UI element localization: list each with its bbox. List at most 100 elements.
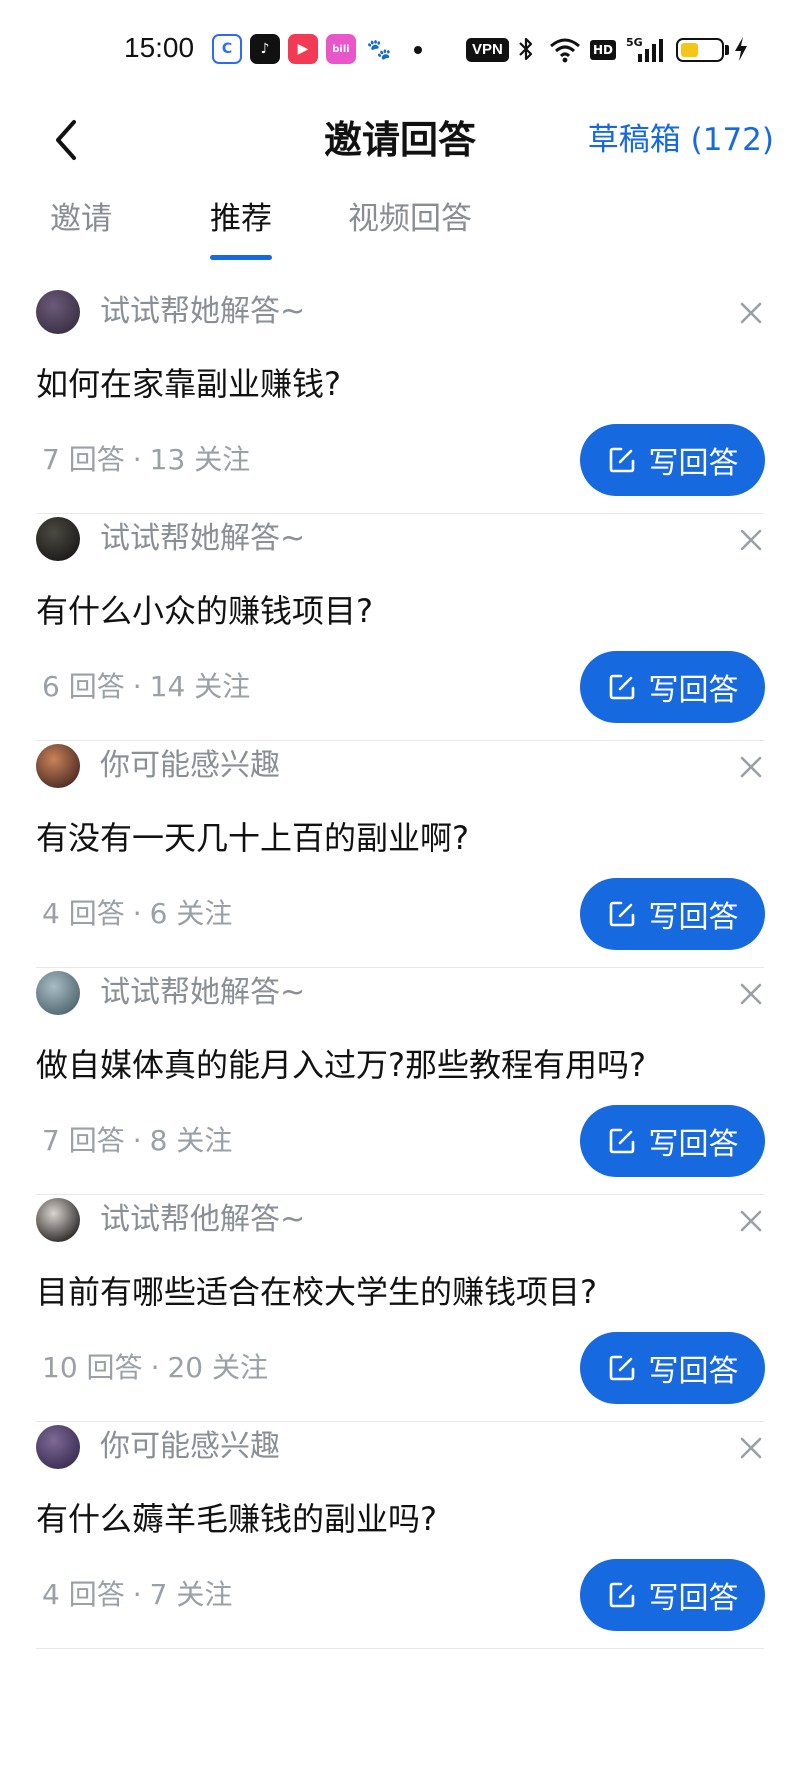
write-answer-label: 写回答 [648,673,739,708]
follower-unit: 关注 [176,897,233,930]
status-bar: 15:00 C ♪ ▶ bili 🐾 VPN HD 5G [0,0,800,100]
invite-reason: 试试帮她解答~ [100,521,306,556]
avatar [36,1198,80,1242]
edit-icon [609,1582,634,1608]
divider [36,1648,764,1649]
write-answer-button[interactable]: 写回答 [580,1105,765,1177]
close-icon [740,1437,762,1459]
dismiss-button[interactable] [736,1433,766,1463]
write-answer-label: 写回答 [648,1581,739,1616]
close-icon [740,756,762,778]
answer-unit: 回答 [86,1351,143,1384]
question-card: 你可能感兴趣 有没有一天几十上百的副业啊? 4 回答 · 6 关注 写回答 [0,724,800,981]
charging-icon [735,37,747,61]
answer-unit: 回答 [68,1578,125,1611]
stats-separator: · [132,443,142,476]
follower-count: 7 [149,1578,168,1611]
battery-tip [725,45,729,55]
write-answer-button[interactable]: 写回答 [580,651,765,723]
write-answer-button[interactable]: 写回答 [580,1332,765,1404]
close-icon [740,1210,762,1232]
vpn-badge: VPN [466,38,509,62]
stats-separator: · [132,897,142,930]
close-icon [740,983,762,1005]
follower-count: 13 [149,443,186,476]
answer-unit: 回答 [68,443,125,476]
write-answer-label: 写回答 [648,900,739,935]
follower-unit: 关注 [176,1124,233,1157]
follower-count: 8 [149,1124,168,1157]
invite-reason: 试试帮她解答~ [100,975,306,1010]
avatar [36,290,80,334]
dismiss-button[interactable] [736,298,766,328]
tab-recommend[interactable]: 推荐 [210,194,272,244]
question-card: 你可能感兴趣 有什么薅羊毛赚钱的副业吗? 4 回答 · 7 关注 写回答 [0,1405,800,1662]
tab-invite[interactable]: 邀请 [50,194,112,244]
dismiss-button[interactable] [736,752,766,782]
invite-reason: 试试帮他解答~ [100,1202,306,1237]
battery-icon [676,38,724,62]
question-title[interactable]: 有没有一天几十上百的副业啊? [36,814,469,862]
question-card: 试试帮她解答~ 有什么小众的赚钱项目? 6 回答 · 14 关注 写回答 [0,497,800,754]
answer-unit: 回答 [68,670,125,703]
stats-separator: · [150,1351,160,1384]
follower-count: 6 [149,897,168,930]
battery-level [681,43,698,57]
close-icon [740,529,762,551]
edit-icon [609,1355,634,1381]
question-stats: 6 回答 · 14 关注 [42,667,250,707]
dismiss-button[interactable] [736,979,766,1009]
answer-unit: 回答 [68,897,125,930]
notification-dot-icon [414,46,422,54]
question-stats: 4 回答 · 6 关注 [42,894,232,934]
question-stats: 7 回答 · 13 关注 [42,440,250,480]
invite-reason: 试试帮她解答~ [100,294,306,329]
edit-icon [609,901,634,927]
question-card: 试试帮她解答~ 如何在家靠副业赚钱? 7 回答 · 13 关注 写回答 [0,270,800,527]
answer-unit: 回答 [68,1124,125,1157]
question-card: 试试帮她解答~ 做自媒体真的能月入过万?那些教程有用吗? 7 回答 · 8 关注 写… [0,951,800,1208]
follower-unit: 关注 [212,1351,269,1384]
answer-count: 4 [42,1578,60,1611]
answer-count: 6 [42,670,60,703]
edit-icon [609,674,634,700]
write-answer-button[interactable]: 写回答 [580,878,765,950]
follower-unit: 关注 [194,670,251,703]
dismiss-button[interactable] [736,525,766,555]
drafts-button[interactable]: 草稿箱 (172) [588,100,774,180]
question-stats: 4 回答 · 7 关注 [42,1575,232,1615]
write-answer-label: 写回答 [648,1127,739,1162]
edit-icon [609,447,634,473]
status-time: 15:00 [124,32,195,63]
video-app-icon: ▶ [288,34,318,64]
edit-icon [609,1128,634,1154]
dismiss-button[interactable] [736,1206,766,1236]
stats-separator: · [132,1578,142,1611]
question-stats: 7 回答 · 8 关注 [42,1121,232,1161]
question-title[interactable]: 有什么小众的赚钱项目? [36,587,373,635]
question-title[interactable]: 做自媒体真的能月入过万?那些教程有用吗? [36,1041,646,1089]
wifi-icon [550,38,580,63]
question-card: 试试帮他解答~ 目前有哪些适合在校大学生的赚钱项目? 10 回答 · 20 关注 写… [0,1178,800,1435]
answer-count: 10 [42,1351,78,1384]
invite-reason: 你可能感兴趣 [100,1429,280,1464]
tab-video-answers[interactable]: 视频回答 [348,194,472,244]
question-title[interactable]: 目前有哪些适合在校大学生的赚钱项目? [36,1268,597,1316]
question-title[interactable]: 如何在家靠副业赚钱? [36,360,341,408]
tiktok-app-icon: ♪ [250,34,280,64]
avatar [36,1425,80,1469]
question-title[interactable]: 有什么薅羊毛赚钱的副业吗? [36,1495,437,1543]
close-icon [740,302,762,324]
answer-count: 7 [42,443,60,476]
invite-reason: 你可能感兴趣 [100,748,280,783]
write-answer-button[interactable]: 写回答 [580,1559,765,1631]
answer-count: 7 [42,1124,60,1157]
follower-unit: 关注 [176,1578,233,1611]
hd-badge: HD [590,40,617,60]
write-answer-label: 写回答 [648,1354,739,1389]
write-answer-button[interactable]: 写回答 [580,424,765,496]
browser-app-icon: C [212,34,242,64]
follower-count: 20 [167,1351,204,1384]
follower-unit: 关注 [194,443,251,476]
tab-bar: 邀请 推荐 视频回答 [0,180,800,260]
